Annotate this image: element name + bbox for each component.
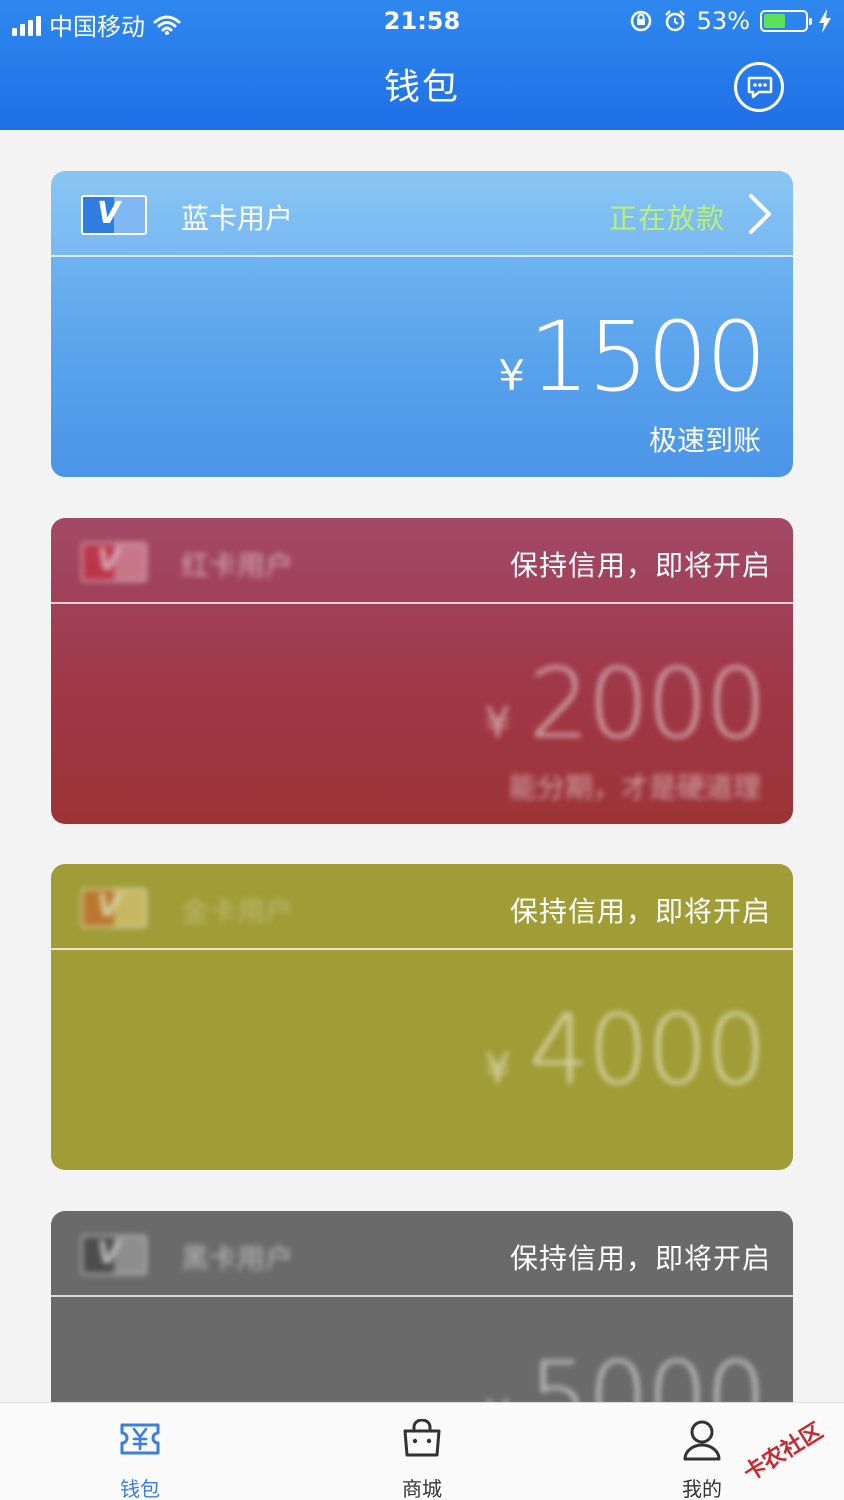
chevron-right-icon[interactable] bbox=[747, 193, 773, 235]
tab-wallet[interactable]: 钱包 bbox=[60, 1403, 220, 1500]
card-amount: 1500 bbox=[528, 301, 767, 413]
card-name: 红卡用户 bbox=[181, 549, 294, 582]
page-title: 钱包 bbox=[383, 67, 460, 108]
battery-fill bbox=[764, 14, 786, 28]
card-name: 蓝卡用户 bbox=[181, 202, 294, 235]
message-button[interactable] bbox=[734, 62, 784, 112]
card-header: V 蓝卡用户 正在放款 bbox=[51, 171, 793, 255]
wallet-yuan-icon bbox=[120, 1423, 160, 1455]
card-status: 保持信用，即将开启 bbox=[509, 549, 771, 582]
card-status: 正在放款 bbox=[608, 202, 725, 235]
card-name: 金卡用户 bbox=[181, 895, 294, 928]
header: 中国移动 21:58 53% 钱包 bbox=[0, 0, 844, 130]
card-logo-icon: V bbox=[81, 1235, 147, 1275]
battery-icon bbox=[760, 10, 812, 32]
currency-symbol: ¥ bbox=[484, 698, 511, 747]
card-amount: 4000 bbox=[528, 994, 767, 1106]
card-gold[interactable]: V 金卡用户 保持信用，即将开启 ¥ 4000 bbox=[51, 864, 793, 1170]
card-status: 保持信用，即将开启 bbox=[509, 895, 771, 928]
card-header: V 金卡用户 保持信用，即将开启 bbox=[51, 864, 793, 948]
card-logo-icon: V bbox=[81, 542, 147, 582]
tab-mall[interactable]: 商城 bbox=[342, 1403, 502, 1500]
alarm-icon bbox=[664, 10, 685, 32]
user-icon bbox=[683, 1420, 721, 1461]
card-divider bbox=[51, 1295, 793, 1297]
card-red[interactable]: V 红卡用户 保持信用，即将开启 ¥ 2000 能分期，才是硬道理 bbox=[51, 518, 793, 824]
card-divider bbox=[51, 255, 793, 257]
charging-icon bbox=[819, 9, 831, 33]
card-status: 保持信用，即将开启 bbox=[509, 1242, 771, 1275]
card-amount: 2000 bbox=[528, 648, 767, 760]
shopping-bag-icon bbox=[403, 1419, 441, 1457]
status-right: 53% bbox=[629, 7, 832, 35]
card-divider bbox=[51, 602, 793, 604]
card-logo-icon: V bbox=[81, 195, 147, 235]
currency-symbol: ¥ bbox=[484, 1044, 511, 1093]
chat-bubble-icon bbox=[747, 76, 773, 99]
card-header: V 黑卡用户 保持信用，即将开启 bbox=[51, 1211, 793, 1295]
card-blue[interactable]: V 蓝卡用户 正在放款 ¥ 1500 极速到账 bbox=[51, 171, 793, 477]
tab-bar: 钱包 商城 我的 bbox=[0, 1402, 844, 1500]
status-bar: 中国移动 21:58 53% bbox=[0, 0, 844, 44]
currency-symbol: ¥ bbox=[498, 351, 525, 400]
tab-label: 商城 bbox=[402, 1477, 442, 1500]
battery-percent: 53% bbox=[696, 7, 750, 35]
orientation-lock-icon bbox=[630, 10, 651, 32]
card-header: V 红卡用户 保持信用，即将开启 bbox=[51, 518, 793, 602]
tab-label: 钱包 bbox=[120, 1477, 160, 1500]
card-name: 黑卡用户 bbox=[181, 1242, 294, 1275]
card-subtitle: 极速到账 bbox=[648, 424, 761, 457]
card-divider bbox=[51, 948, 793, 950]
card-subtitle: 能分期，才是硬道理 bbox=[508, 771, 761, 804]
card-logo-icon: V bbox=[81, 888, 147, 928]
